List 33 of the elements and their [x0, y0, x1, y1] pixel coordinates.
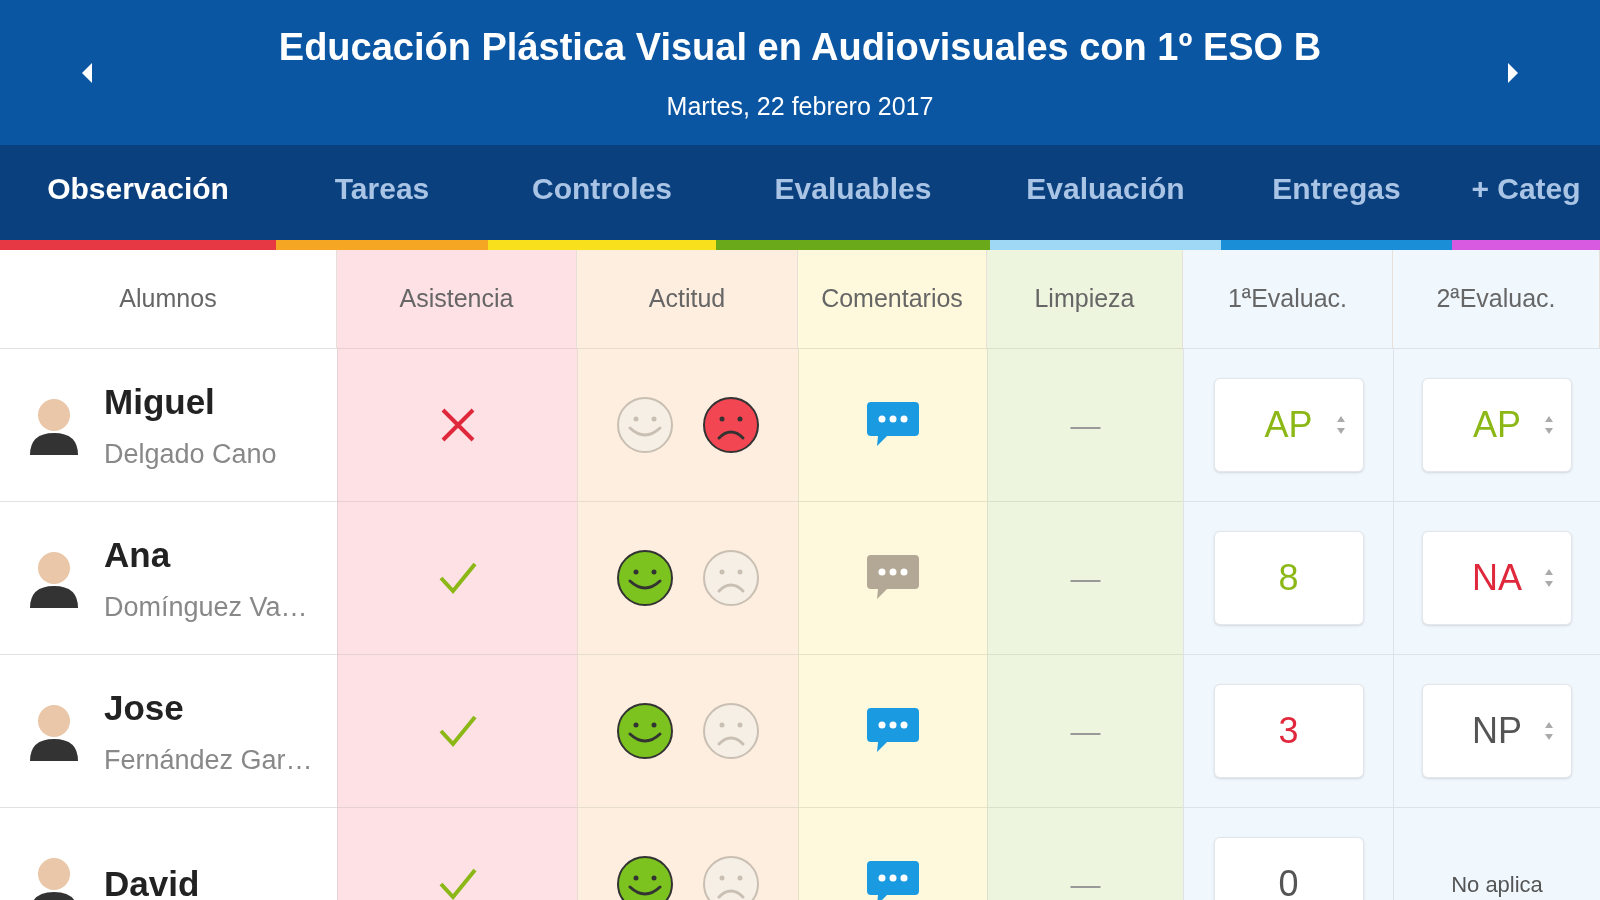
cleanliness-value: — — [1070, 713, 1101, 750]
student-first-name: Jose — [104, 686, 185, 729]
comment-bubble-icon[interactable] — [865, 859, 921, 900]
course-title: Educación Plástica Visual en Audiovisuales con 1º ESO B — [278, 25, 1322, 71]
date-text: Martes, 22 febrero 2017 — [666, 91, 934, 123]
smiley-face-icon[interactable] — [616, 702, 674, 760]
grade-field[interactable]: NA — [1422, 531, 1572, 625]
grade-text: No aplica — [1451, 870, 1543, 899]
smiley-face-icon[interactable] — [616, 549, 674, 607]
column-header: 1ªEvaluac. — [1183, 250, 1393, 348]
grade-field[interactable]: 3 — [1213, 684, 1364, 778]
column-header: Limpieza — [987, 250, 1183, 348]
student-first-name: David — [104, 862, 200, 900]
student-first-name: Ana — [104, 533, 172, 576]
column-header: Comentarios — [798, 250, 987, 348]
cleanliness-value: — — [1070, 560, 1101, 597]
student-last-name: Fernández Gar… — [104, 744, 313, 777]
student-last-name: Domínguez Va… — [104, 591, 308, 624]
grade-field[interactable]: NP — [1422, 684, 1572, 778]
student-first-name: Miguel — [104, 380, 216, 423]
grade-field[interactable]: 0 — [1213, 837, 1364, 900]
sad-face-icon[interactable] — [702, 396, 760, 454]
column-header: Actitud — [577, 250, 798, 348]
cleanliness-value: — — [1070, 866, 1101, 900]
cleanliness-value: — — [1070, 407, 1101, 444]
check-icon[interactable] — [437, 560, 478, 596]
column-header: Asistencia — [337, 250, 577, 348]
next-icon[interactable] — [1506, 60, 1520, 85]
student-last-name: Delgado Cano — [104, 438, 277, 471]
check-icon[interactable] — [437, 713, 478, 749]
smiley-face-icon[interactable] — [616, 855, 674, 900]
check-icon[interactable] — [437, 866, 478, 900]
column-header: 2ªEvaluac. — [1393, 250, 1600, 348]
